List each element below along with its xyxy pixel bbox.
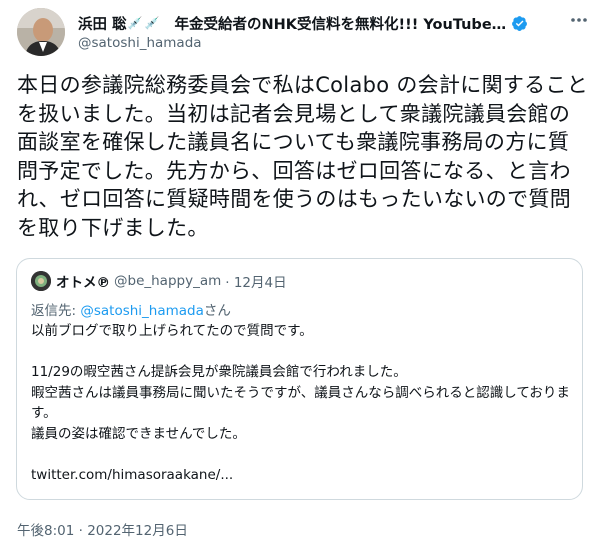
quoted-reply-line: 返信先: @satoshi_hamadaさん xyxy=(31,299,231,319)
quoted-handle[interactable]: @be_happy_am xyxy=(114,273,221,289)
author-name-suffix[interactable]: 年金受給者のNHK受信料を無料化!!! YouTube… xyxy=(174,13,506,34)
quoted-tweet[interactable]: オトメ℗ @be_happy_am · 12月4日 返信先: @satoshi_… xyxy=(16,258,583,500)
tweet-card: 浜田 聡 💉 💉 年金受給者のNHK受信料を無料化!!! YouTube… @s… xyxy=(0,0,604,558)
author-avatar[interactable] xyxy=(17,8,65,56)
quoted-header: オトメ℗ @be_happy_am · 12月4日 xyxy=(31,271,287,291)
author-handle[interactable]: @satoshi_hamada xyxy=(78,35,202,51)
reply-handle-link[interactable]: @satoshi_hamada xyxy=(80,303,204,319)
author-display-name[interactable]: 浜田 聡 xyxy=(78,13,127,34)
quoted-date: · 12月4日 xyxy=(225,275,287,291)
quoted-avatar[interactable] xyxy=(31,271,51,291)
quoted-display-name[interactable]: オトメ℗ xyxy=(56,271,110,291)
more-icon[interactable] xyxy=(567,10,591,34)
reply-suffix: さん xyxy=(203,303,231,319)
syringe-icon: 💉 xyxy=(127,16,143,30)
tweet-text: 本日の参議院総務委員会で私はColabo の会計に関することを扱いました。当初は… xyxy=(17,73,589,240)
syringe-icon: 💉 xyxy=(144,16,160,30)
author-name-row[interactable]: 浜田 聡 💉 💉 年金受給者のNHK受信料を無料化!!! YouTube… xyxy=(78,12,528,34)
verified-badge-icon xyxy=(512,15,528,31)
quoted-text: 以前ブログで取り上げられてたので質問です。 11/29の暇空茜さん提訴会見が衆院… xyxy=(31,323,570,483)
reply-prefix: 返信先: xyxy=(31,303,81,319)
tweet-timestamp[interactable]: 午後8:01 · 2022年12月6日 xyxy=(17,519,188,539)
